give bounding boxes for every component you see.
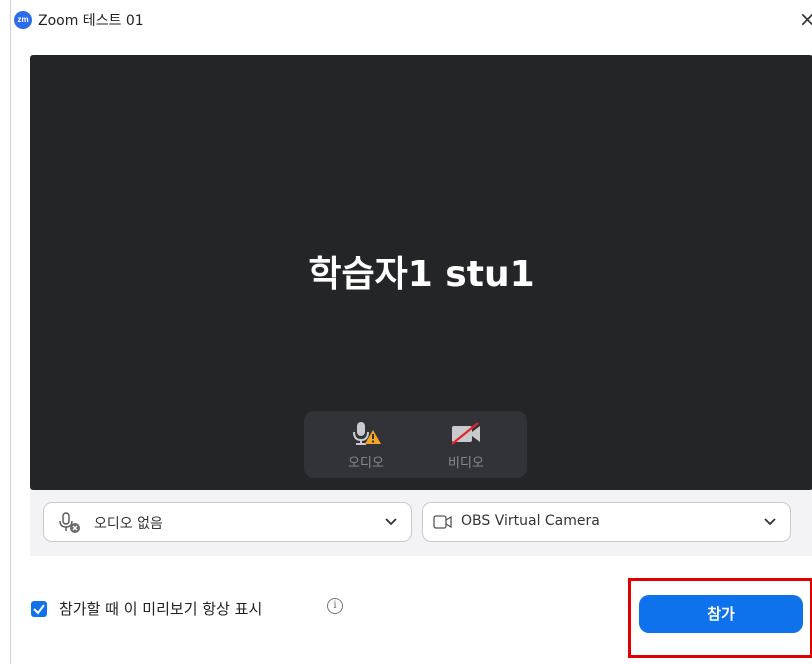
mic-disabled-icon — [59, 512, 80, 533]
video-device-value: OBS Virtual Camera — [461, 513, 600, 529]
video-off-icon — [451, 422, 480, 445]
audio-device-value: 오디오 없음 — [94, 516, 163, 532]
close-button[interactable]: × — [799, 8, 812, 30]
audio-toggle-button[interactable]: 오디오 — [316, 411, 416, 478]
join-button[interactable]: 참가 — [639, 595, 803, 633]
device-selection-bar: 오디오 없음 OBS Virtual Camera — [30, 490, 812, 556]
video-preview: 학습자1 stu1 오디오 비디오 — [30, 55, 812, 490]
video-toggle-button[interactable]: 비디오 — [416, 411, 516, 478]
chevron-down-icon — [764, 518, 776, 526]
preview-toggle-bar: 오디오 비디오 — [304, 411, 527, 478]
audio-toggle-label: 오디오 — [348, 456, 384, 471]
always-show-preview-checkbox[interactable] — [31, 601, 47, 617]
info-icon[interactable]: i — [327, 598, 343, 614]
audio-device-select[interactable]: 오디오 없음 — [43, 502, 412, 542]
video-device-select[interactable]: OBS Virtual Camera — [422, 502, 791, 542]
title-bar: zm Zoom 테스트 01 × — [11, 0, 812, 36]
always-show-preview-label: 참가할 때 이 미리보기 항상 표시 — [59, 600, 263, 618]
zoom-logo-icon: zm — [14, 11, 32, 29]
chevron-down-icon — [385, 518, 397, 526]
window-title: Zoom 테스트 01 — [38, 13, 144, 29]
mic-warning-icon — [353, 422, 381, 445]
camera-icon — [433, 515, 452, 529]
participant-name: 학습자1 stu1 — [308, 254, 535, 295]
checkmark-icon — [33, 604, 45, 615]
video-toggle-label: 비디오 — [448, 456, 484, 471]
zoom-preview-window: zm Zoom 테스트 01 × 학습자1 stu1 오디오 비디오 오디오 없… — [10, 0, 812, 664]
